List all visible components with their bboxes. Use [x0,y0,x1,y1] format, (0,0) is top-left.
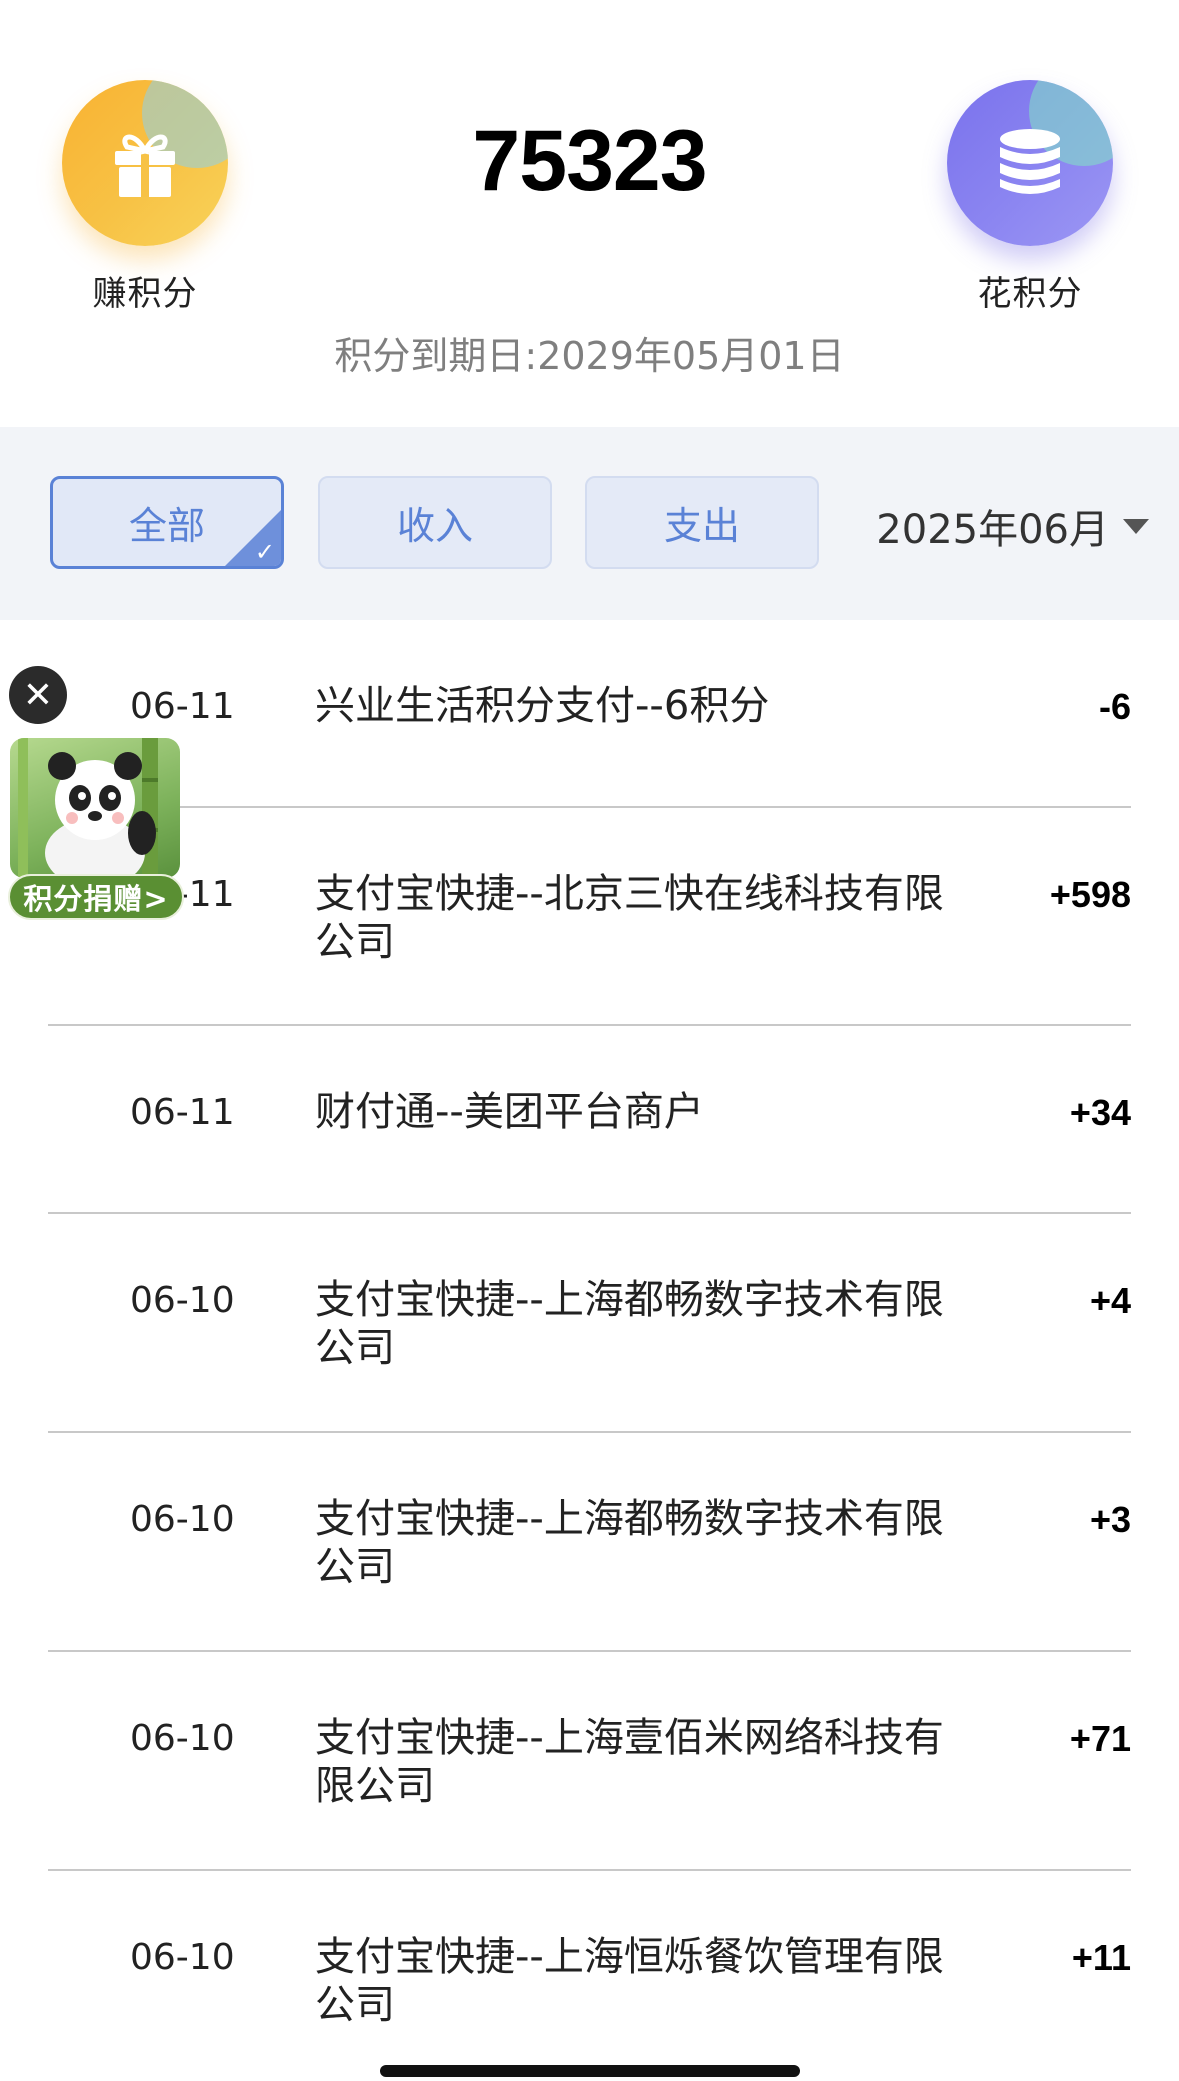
transaction-description: 支付宝快捷--上海壹佰米网络科技有限公司 [315,1715,944,1809]
transaction-description: 财付通--美团平台商户 [315,1089,704,1135]
points-expiry-date: 积分到期日:2029年05月01日 [334,334,845,378]
tab-all[interactable]: 全部 ✓ [50,476,284,569]
close-icon[interactable]: ✕ [9,666,67,724]
transaction-description: 支付宝快捷--上海恒烁餐饮管理有限公司 [315,1934,944,2028]
transaction-row[interactable]: 06-10 支付宝快捷--上海壹佰米网络科技有限公司 +71 [0,1652,1179,1871]
chevron-down-icon [1123,518,1149,534]
panda-icon [18,738,158,878]
transaction-amount: +71 [1069,1718,1131,1759]
transaction-date: 06-10 [130,1718,235,1759]
transaction-row[interactable]: 06-11 财付通--美团平台商户 +34 [0,1026,1179,1214]
transaction-description: 支付宝快捷--北京三快在线科技有限公司 [315,871,944,965]
transaction-description: 兴业生活积分支付--6积分 [315,683,770,729]
gift-icon [115,134,175,197]
transaction-description: 支付宝快捷--上海都畅数字技术有限公司 [315,1277,944,1371]
tab-all-label: 全部 [128,504,205,548]
tab-income-label: 收入 [396,504,473,548]
spend-points-circle [947,80,1113,246]
spend-points-button[interactable]: 花积分 [945,80,1115,315]
tab-expense-label: 支出 [663,504,740,548]
transaction-amount: +4 [1089,1280,1131,1321]
transaction-description: 支付宝快捷--上海都畅数字技术有限公司 [315,1496,944,1590]
earn-points-label: 赚积分 [92,274,198,314]
transaction-date: 06-11 [130,1092,235,1133]
transaction-amount: +34 [1069,1092,1131,1133]
filter-bar: 全部 ✓ 收入 支出 2025年06月 [0,427,1179,620]
donate-points-widget[interactable]: 积分捐赠> [8,738,184,922]
transaction-date: 06-11 [130,686,235,727]
transaction-date: 06-10 [130,1499,235,1540]
month-selector[interactable]: 2025年06月 [876,497,1149,555]
points-header: 赚积分 75323 花积分 积分到期日:2029年05月01日 [0,0,1179,427]
transaction-row[interactable]: 06-10 支付宝快捷--上海恒烁餐饮管理有限公司 +11 [0,1871,1179,2071]
transaction-date: 06-10 [130,1937,235,1978]
transaction-amount: +3 [1089,1499,1131,1540]
check-icon: ✓ [254,538,275,566]
transaction-amount: +598 [1049,874,1131,915]
donate-points-label: 积分捐赠> [8,874,184,920]
points-page: 赚积分 75323 花积分 积分到期日:2029年05月01日 全部 ✓ 收入 [0,0,1179,2081]
transaction-row[interactable]: 06-10 支付宝快捷--上海都畅数字技术有限公司 +4 [0,1214,1179,1433]
tab-income[interactable]: 收入 [318,476,552,569]
transaction-row[interactable]: 06-10 支付宝快捷--上海都畅数字技术有限公司 +3 [0,1433,1179,1652]
transaction-amount: -6 [1098,686,1131,727]
tab-expense[interactable]: 支出 [585,476,819,569]
coins-icon [1000,129,1060,194]
home-indicator[interactable] [380,2065,800,2077]
transaction-amount: +11 [1071,1937,1131,1978]
spend-points-label: 花积分 [977,274,1083,314]
month-label: 2025年06月 [876,507,1109,553]
transaction-date: 06-10 [130,1280,235,1321]
panda-illustration [10,738,180,878]
